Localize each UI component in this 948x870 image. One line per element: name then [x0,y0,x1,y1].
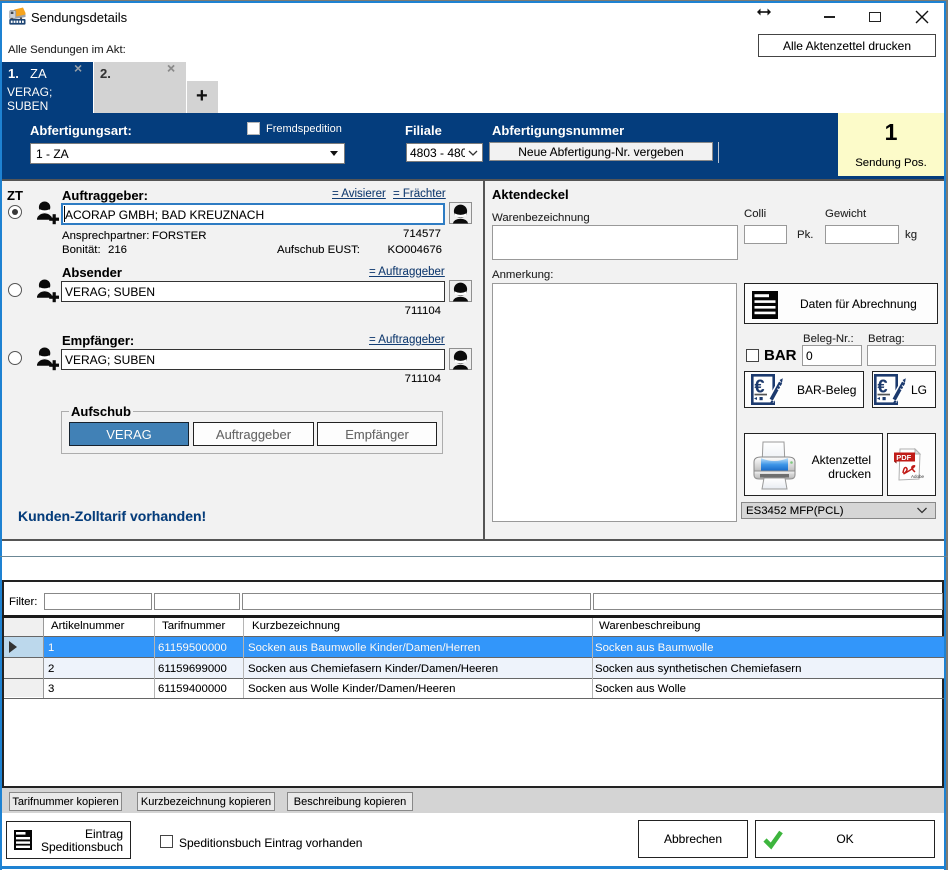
svg-text:€: € [755,377,765,397]
svg-text:Adobe: Adobe [911,474,924,479]
svg-text:PDF: PDF [896,453,911,462]
svg-text:€: € [878,377,888,397]
